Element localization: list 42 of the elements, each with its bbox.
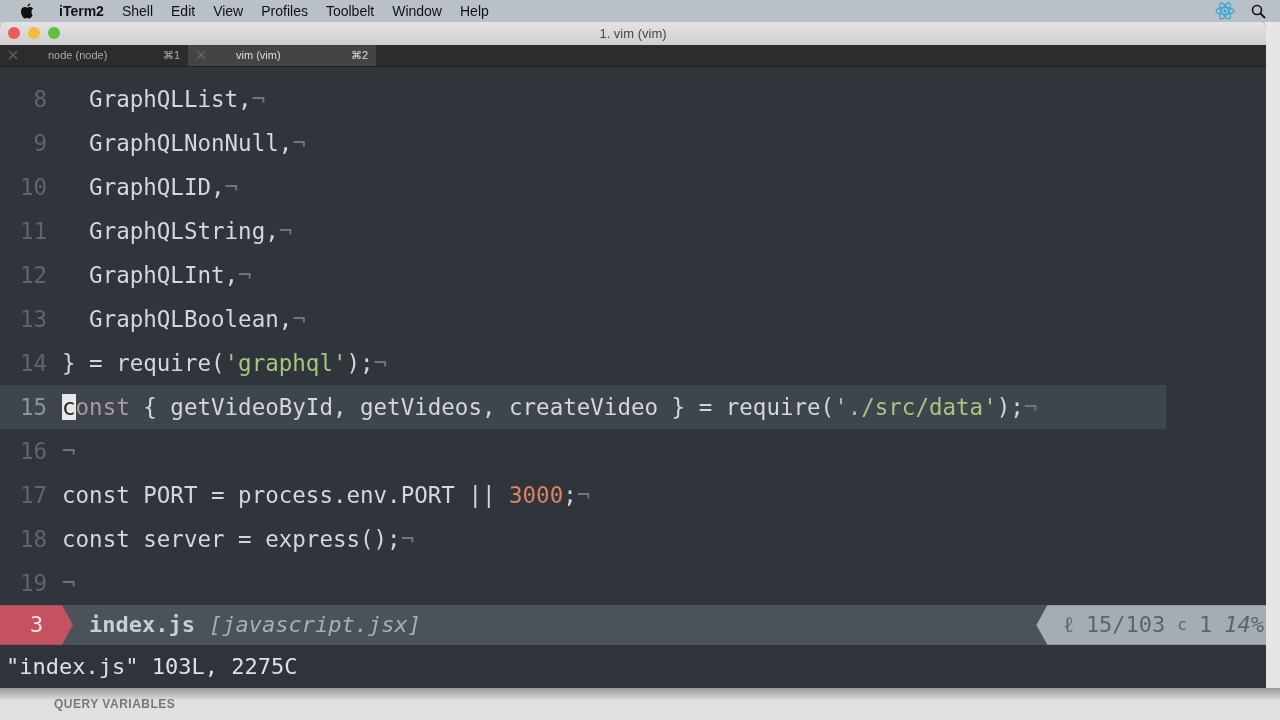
menu-item[interactable]: Window [383,3,451,19]
code-text: ¬ [62,570,76,597]
tab-shortcut: ⌘1 [162,48,180,62]
code-text: GraphQLString,¬ [88,218,293,245]
mode-indicator: 3 [0,605,73,645]
file-name: index.js [89,612,195,638]
line-icon: ℓ [1063,612,1074,638]
terminal-tab[interactable]: vim (vim) ⌘2 [188,44,376,67]
atom-icon[interactable] [1215,1,1235,21]
close-icon[interactable] [196,50,206,61]
file-percent: 14% [1224,612,1264,638]
menu-app-name[interactable]: iTerm2 [50,3,113,19]
tab-shortcut: ⌘2 [350,48,368,62]
menu-item[interactable]: Help [451,3,498,19]
zoom-window-button[interactable] [48,27,60,40]
code-text: GraphQLID,¬ [88,174,239,201]
line-number: 15 [18,394,48,421]
menu-item[interactable]: Edit [162,3,205,19]
code-text: const { getVideoById, getVideos, createVideo } = require('./src/data');¬ [62,394,1038,421]
minimize-window-button[interactable] [28,27,40,40]
code-text: GraphQLBoolean,¬ [88,306,306,333]
search-icon[interactable] [1251,3,1266,19]
close-icon[interactable] [8,50,18,61]
menu-item[interactable]: Shell [112,3,162,19]
menu-item[interactable]: Toolbelt [316,3,384,19]
close-window-button[interactable] [8,27,20,40]
code-text: GraphQLList,¬ [88,86,266,113]
code-text: ¬ [62,438,76,465]
column-position: 1 [1199,612,1213,638]
apple-icon[interactable] [20,3,34,19]
code-text: GraphQLInt,¬ [88,262,252,289]
menu-item[interactable]: View [204,3,253,19]
window-title: 1. vim (vim) [598,25,668,41]
menu-item[interactable]: Profiles [252,3,317,19]
panel-heading: QUERY VARIABLES [54,697,176,711]
code-text: const server = express();¬ [62,526,415,553]
column-icon: c [1177,615,1187,635]
code-text: const PORT = process.env.PORT || 3000;¬ [62,482,591,509]
file-type: [javascript.jsx] [208,612,421,638]
code-text: GraphQLNonNull,¬ [88,130,306,157]
code-text: } = require('graphql');¬ [62,350,388,377]
line-position: 15/103 [1085,612,1166,638]
